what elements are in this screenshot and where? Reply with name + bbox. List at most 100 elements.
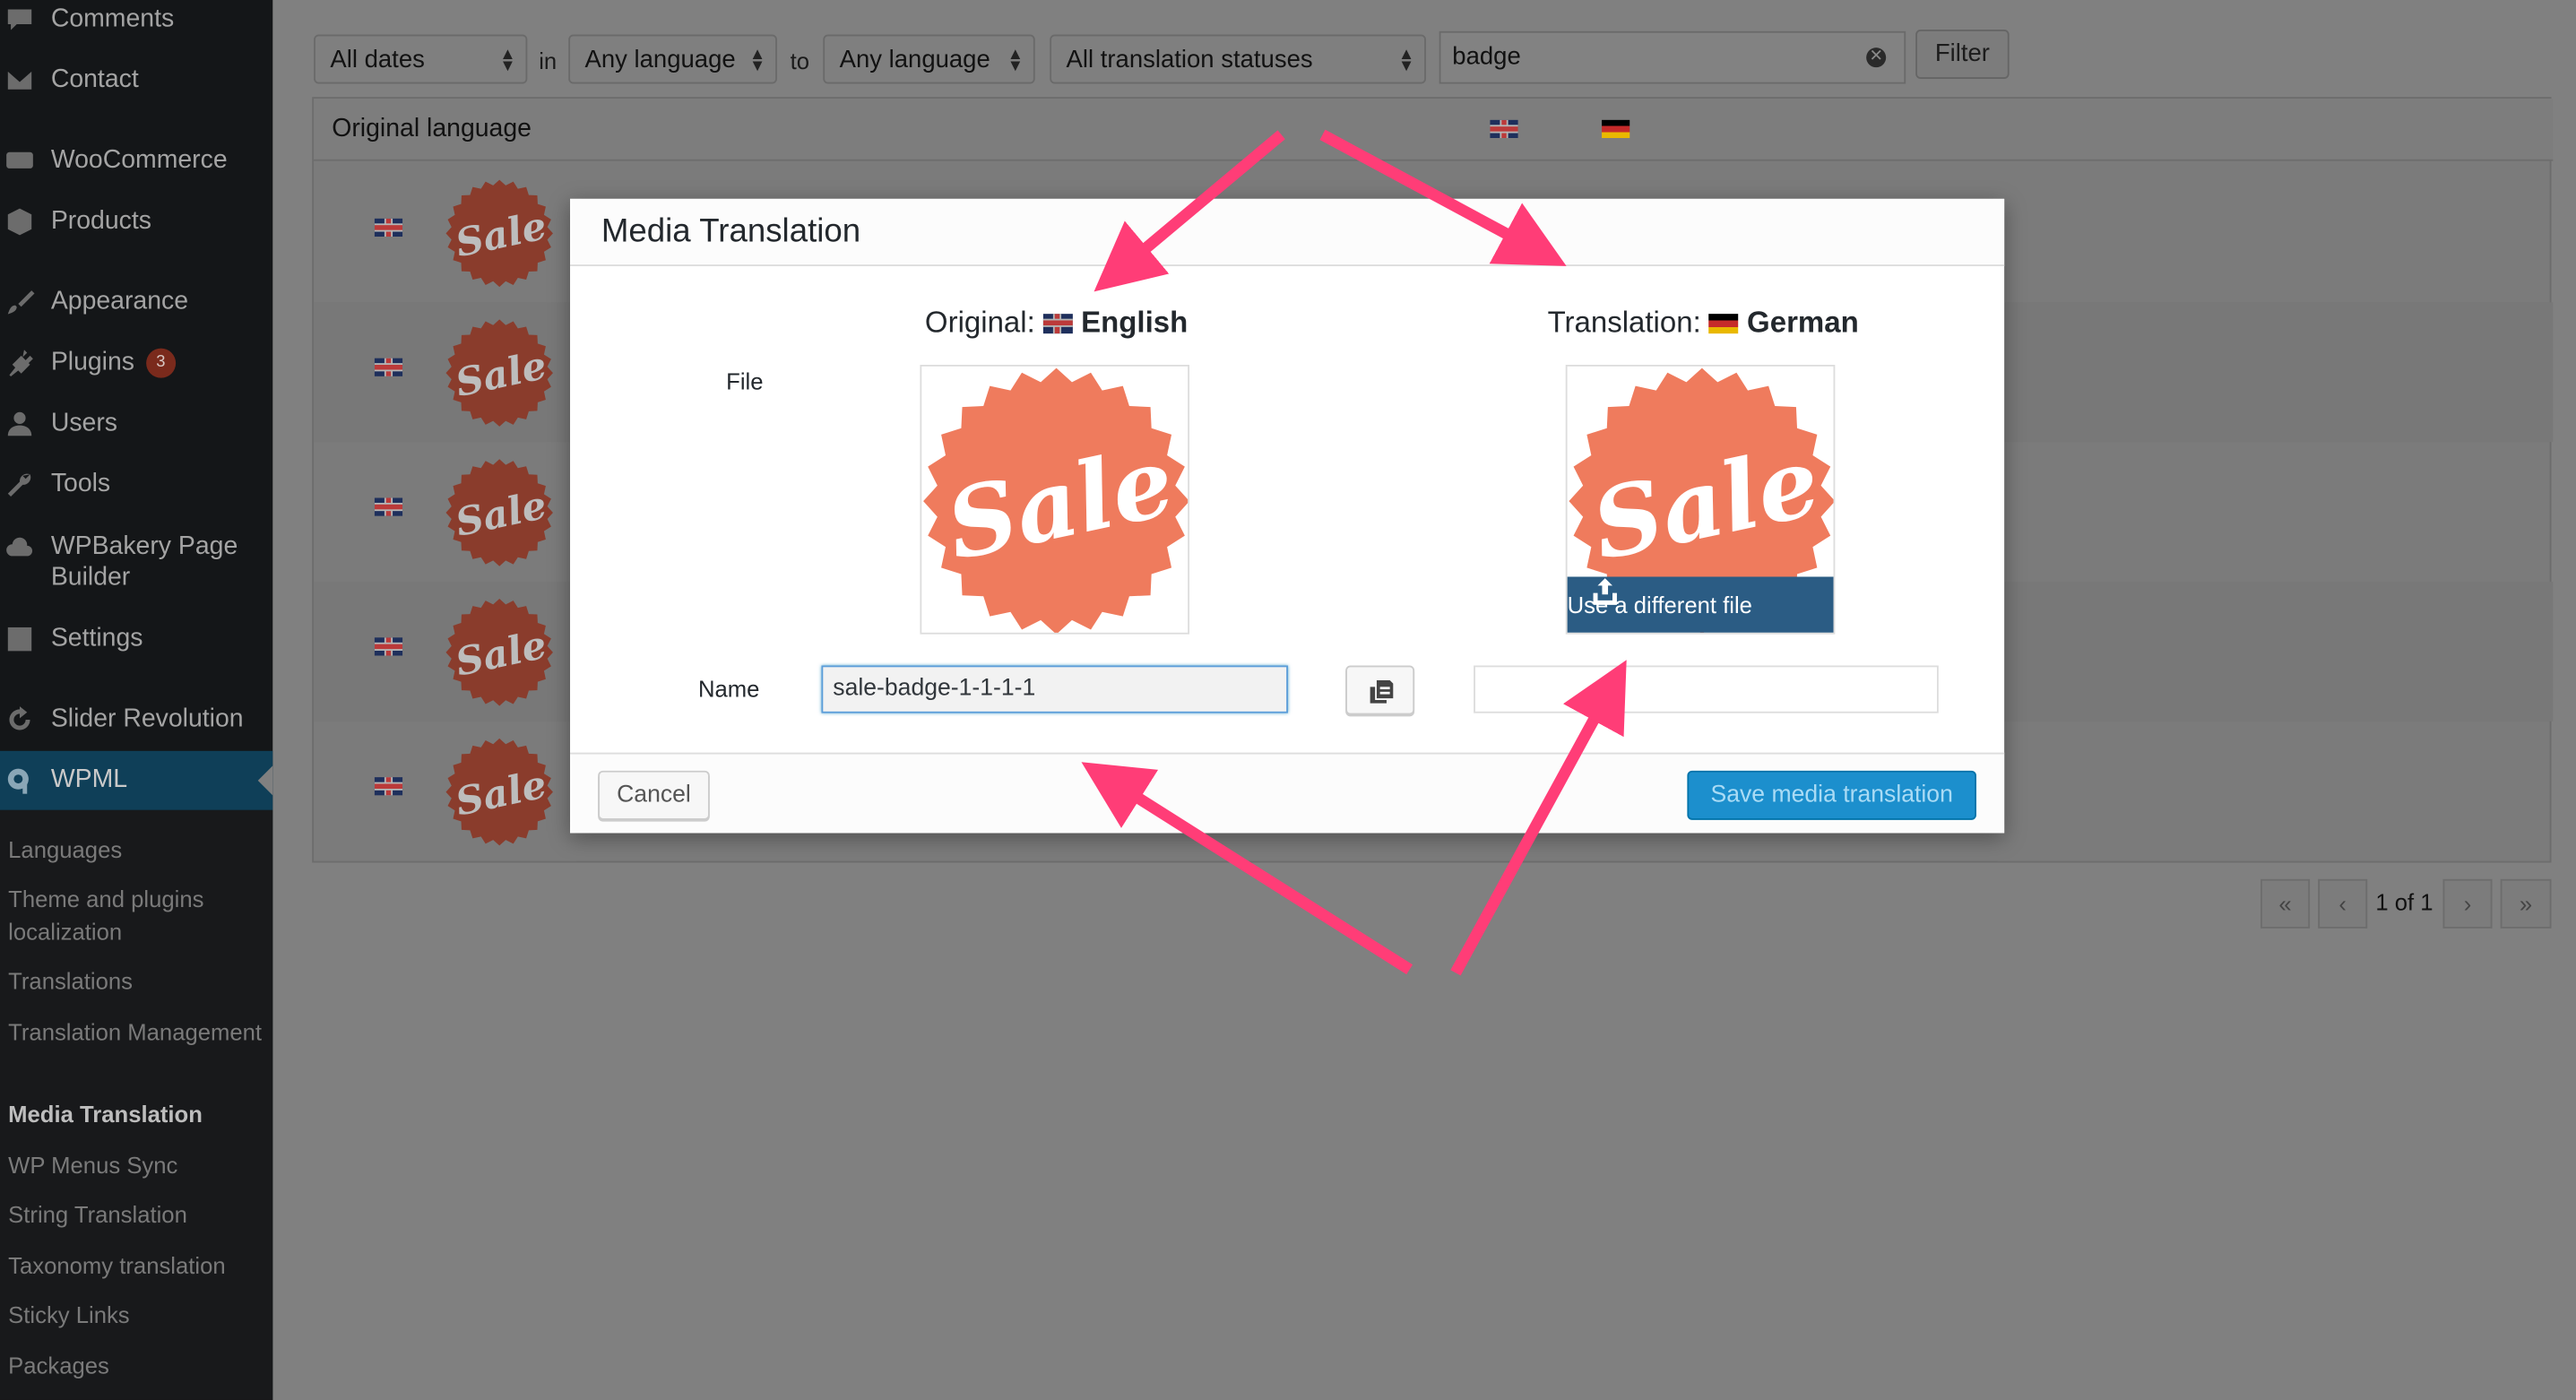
sliders-icon xyxy=(4,625,37,654)
screen: Comments Contact WooCommerce Products Ap… xyxy=(0,0,2576,1400)
select-arrows-icon: ▲ ▼ xyxy=(1007,46,1024,76)
sidebar-item-label: Contact xyxy=(50,65,139,94)
upload-icon xyxy=(1593,578,1617,605)
admin-sidebar: Comments Contact WooCommerce Products Ap… xyxy=(0,0,273,1400)
in-text: in xyxy=(539,48,558,74)
original-file-thumbnail: Sale xyxy=(920,364,1190,635)
use-different-file-button[interactable]: Use a different file xyxy=(1567,576,1834,633)
uk-flag-icon xyxy=(374,218,403,237)
to-language-select[interactable]: Any language ▲ ▼ xyxy=(823,34,1035,84)
translation-file-thumbnail: Sale Use a different file xyxy=(1565,364,1836,635)
sidebar-item-wpml[interactable]: WPML xyxy=(0,750,273,810)
prev-page-button[interactable]: ‹ xyxy=(2318,878,2368,929)
uk-flag-icon xyxy=(374,497,403,516)
sale-badge-image: Sale xyxy=(923,367,1189,633)
media-translation-dialog: Media Translation Original: English Tran… xyxy=(570,198,2005,834)
submenu-item-wp-menus-sync[interactable]: WP Menus Sync xyxy=(8,1150,268,1182)
translation-language-name: German xyxy=(1747,305,1859,339)
woo-icon xyxy=(4,146,37,176)
name-label: Name xyxy=(697,675,760,702)
sidebar-item-wpbakery[interactable]: WPBakery Page Builder xyxy=(0,531,272,596)
submenu-item-string-translation[interactable]: String Translation xyxy=(8,1199,268,1231)
select-arrows-icon: ▲ ▼ xyxy=(748,46,766,76)
sidebar-item-label: WPML xyxy=(50,765,128,794)
search-input[interactable]: badge ✕ xyxy=(1439,30,1906,84)
original-name-value: sale-badge-1-1-1-1 xyxy=(833,675,1036,702)
german-flag-icon xyxy=(1602,119,1630,138)
sidebar-item-label: WooCommerce xyxy=(50,146,228,175)
sidebar-item-label: Users xyxy=(50,409,118,437)
submenu-item-translation-management[interactable]: Translation Management xyxy=(8,1017,268,1050)
submenu-item-theme-plugins-localization[interactable]: Theme and plugins localization xyxy=(8,884,268,947)
from-language-value: Any language xyxy=(584,46,736,74)
wrench-icon xyxy=(4,470,37,499)
cancel-button[interactable]: Cancel xyxy=(598,770,710,820)
sidebar-item-label: WPBakery Page Builder xyxy=(50,531,238,592)
refresh-icon xyxy=(4,704,37,734)
save-media-translation-button[interactable]: Save media translation xyxy=(1687,770,1976,820)
uk-flag-icon xyxy=(1490,119,1518,138)
comment-icon xyxy=(4,4,37,34)
wpml-submenu: Languages Theme and plugins localization… xyxy=(0,809,273,1400)
original-language-header: Original language xyxy=(332,115,532,143)
sidebar-item-label: Plugins xyxy=(50,348,135,376)
sidebar-item-label: Tools xyxy=(50,470,111,498)
original-label: Original: xyxy=(924,305,1035,339)
submenu-item-taxonomy-translation[interactable]: Taxonomy translation xyxy=(8,1250,268,1283)
current-menu-pointer xyxy=(257,765,273,796)
sale-badge-thumbnail: Sale xyxy=(445,319,553,427)
select-arrows-icon: ▲ ▼ xyxy=(1397,46,1415,76)
sidebar-item-tools[interactable]: Tools xyxy=(0,468,272,501)
submenu-item-sticky-links[interactable]: Sticky Links xyxy=(8,1300,268,1332)
sidebar-item-slider-revolution[interactable]: Slider Revolution xyxy=(0,704,272,737)
sidebar-item-plugins[interactable]: Plugins 3 xyxy=(0,347,272,380)
sidebar-item-users[interactable]: Users xyxy=(0,408,272,441)
original-language-name: English xyxy=(1081,305,1189,339)
to-language-value: Any language xyxy=(839,46,990,74)
from-language-select[interactable]: Any language ▲ ▼ xyxy=(568,34,777,84)
translated-name-field[interactable] xyxy=(1474,665,1939,713)
search-value: badge xyxy=(1452,42,1521,71)
sidebar-item-appearance[interactable]: Appearance xyxy=(0,286,272,319)
uk-flag-icon xyxy=(374,358,403,376)
dialog-footer: Cancel Save media translation xyxy=(570,752,2005,834)
submenu-item-translations[interactable]: Translations xyxy=(8,966,268,998)
dates-select[interactable]: All dates ▲ ▼ xyxy=(314,34,528,84)
translation-column-heading: Translation: German xyxy=(1548,306,1859,340)
dates-select-value: All dates xyxy=(330,46,425,74)
select-arrows-icon: ▲ ▼ xyxy=(499,46,516,76)
submenu-item-languages[interactable]: Languages xyxy=(8,834,268,867)
copy-name-button[interactable] xyxy=(1345,665,1415,715)
uk-flag-icon xyxy=(374,777,403,796)
page-indicator: 1 of 1 xyxy=(2375,888,2433,916)
sidebar-item-products[interactable]: Products xyxy=(0,205,272,238)
sidebar-item-contact[interactable]: Contact xyxy=(0,64,272,97)
update-count-badge: 3 xyxy=(145,348,176,378)
uk-flag-icon xyxy=(1042,313,1073,333)
filter-button[interactable]: Filter xyxy=(1915,29,2010,79)
status-select[interactable]: All translation statuses ▲ ▼ xyxy=(1050,34,1426,84)
sale-badge-thumbnail: Sale xyxy=(445,599,553,706)
sidebar-item-settings[interactable]: Settings xyxy=(0,623,272,656)
wpml-icon xyxy=(4,765,37,795)
submenu-item-media-translation[interactable]: Media Translation xyxy=(8,1099,268,1131)
original-name-field[interactable]: sale-badge-1-1-1-1 xyxy=(821,665,1288,713)
sidebar-item-label: Settings xyxy=(50,624,143,652)
last-page-button[interactable]: » xyxy=(2500,878,2552,929)
sidebar-item-label: Comments xyxy=(50,4,175,33)
user-icon xyxy=(4,409,37,438)
sidebar-item-comments[interactable]: Comments xyxy=(0,4,272,37)
next-page-button[interactable]: › xyxy=(2442,878,2493,929)
plug-icon xyxy=(4,349,37,378)
clear-search-icon[interactable]: ✕ xyxy=(1866,48,1887,68)
first-page-button[interactable]: « xyxy=(2260,878,2311,929)
sidebar-item-woocommerce[interactable]: WooCommerce xyxy=(0,144,272,177)
sidebar-item-label: Products xyxy=(50,206,151,236)
sidebar-item-wpml-row: WPML xyxy=(0,764,272,797)
translation-label: Translation: xyxy=(1547,305,1701,339)
dialog-title: Media Translation xyxy=(601,213,861,250)
brush-icon xyxy=(4,288,37,317)
submenu-item-packages[interactable]: Packages xyxy=(8,1351,268,1383)
german-flag-icon xyxy=(1708,313,1739,333)
to-text: to xyxy=(790,48,810,74)
